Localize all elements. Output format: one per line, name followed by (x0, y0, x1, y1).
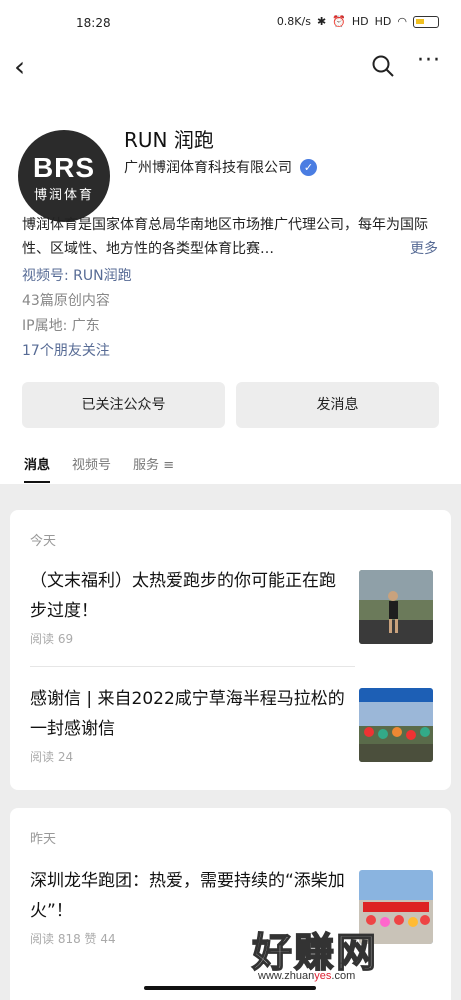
more-link[interactable]: 更多 (410, 237, 438, 261)
article-title[interactable]: 深圳龙华跑团：热爱，需要持续的“添柴加火”！ (30, 866, 350, 926)
bluetooth-icon: ✱ (316, 15, 327, 28)
article-stats: 阅读 24 (30, 750, 74, 764)
home-indicator[interactable] (144, 986, 316, 990)
divider (30, 666, 355, 667)
article-stats: 阅读 69 (30, 632, 74, 646)
watermark-url: www.zhuanyes.com (258, 970, 355, 982)
article-title[interactable]: 感谢信 | 来自2022咸宁草海半程马拉松的一封感谢信 (30, 684, 350, 744)
account-description[interactable]: 博润体育是国家体育总局华南地区市场推广代理公司，每年为国际性、区域性、地方性的各… (22, 213, 442, 261)
logo-subtext: 博润体育 (33, 188, 94, 203)
article-thumbnail[interactable] (359, 570, 433, 644)
tab-bar: 消息 视频号 服务 ≡ (24, 454, 174, 483)
net-speed: 0.8K/s (276, 15, 311, 28)
wifi-icon: ◠ (397, 15, 407, 28)
site-watermark: 好赚网 www.zhuanyes.com (251, 920, 452, 984)
article-thumbnail[interactable] (359, 688, 433, 762)
feed-card-today: 今天 （文末福利）太热爱跑步的你可能正在跑步过度！ 阅读 69 感谢信 | 来自… (10, 510, 451, 790)
url-part-c: .com (331, 970, 356, 982)
video-channel-link[interactable]: 视频号: RUN润跑 (22, 265, 132, 285)
verified-icon: ✓ (300, 158, 317, 176)
battery-icon (413, 15, 439, 28)
description-text: 博润体育是国家体育总局华南地区市场推广代理公司，每年为国际性、区域性、地方性的各… (22, 217, 428, 257)
ip-location: IP属地: 广东 (22, 318, 100, 334)
search-icon[interactable] (371, 54, 395, 78)
account-name: RUN 润跑 (124, 128, 214, 152)
status-bar: 18:28 0.8K/s ✱ ⏰ HD HD ◠ (0, 0, 461, 48)
company-name: 广州博润体育科技有限公司 (124, 160, 292, 176)
status-time: 18:28 (76, 16, 111, 30)
menu-icon: ≡ (163, 458, 175, 473)
account-company[interactable]: 广州博润体育科技有限公司 ✓ (124, 157, 317, 177)
send-message-button[interactable]: 发消息 (236, 382, 439, 428)
more-icon[interactable]: ··· (417, 48, 441, 73)
url-part-a: www.zhuan (258, 970, 315, 982)
friends-following[interactable]: 17个朋友关注 (22, 340, 110, 360)
back-icon[interactable]: ‹ (14, 52, 25, 82)
followed-button[interactable]: 已关注公众号 (22, 382, 225, 428)
original-count: 43篇原创内容 (22, 293, 110, 309)
alarm-icon: ⏰ (332, 15, 346, 28)
signal-hd-2: HD (374, 15, 392, 28)
status-icons: 0.8K/s ✱ ⏰ HD HD ◠ (277, 15, 439, 28)
article-title[interactable]: （文末福利）太热爱跑步的你可能正在跑步过度！ (30, 566, 350, 626)
date-label: 今天 (30, 534, 57, 549)
tab-services[interactable]: 服务 ≡ (133, 454, 174, 473)
tab-messages[interactable]: 消息 (24, 454, 51, 483)
account-avatar[interactable]: BRS 博润体育 (18, 130, 110, 222)
logo-text: BRS (32, 152, 96, 183)
url-part-b: yes (314, 970, 332, 982)
tab-services-label: 服务 (133, 458, 160, 473)
article-stats: 阅读 818 赞 44 (30, 932, 116, 946)
profile-header: 18:28 0.8K/s ✱ ⏰ HD HD ◠ ‹ ··· BRS 博润体育 … (0, 0, 461, 484)
nav-bar: ‹ ··· (0, 48, 461, 88)
date-label: 昨天 (30, 832, 57, 847)
tab-video[interactable]: 视频号 (72, 454, 111, 473)
signal-hd-1: HD (351, 15, 369, 28)
